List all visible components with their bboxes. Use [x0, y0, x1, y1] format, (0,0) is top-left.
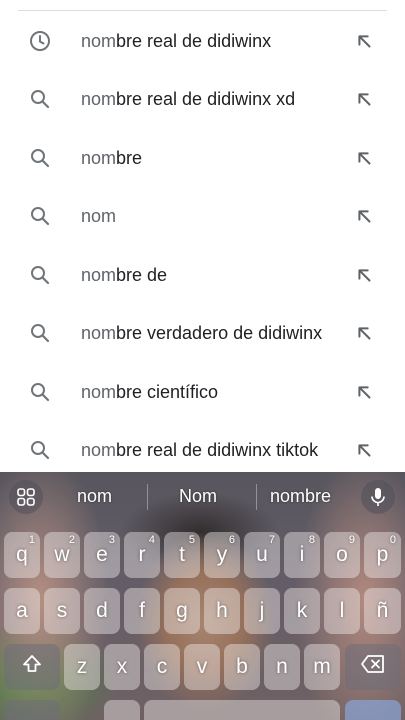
key-p[interactable]: p0 — [364, 532, 401, 578]
insert-arrow-icon[interactable] — [353, 264, 375, 286]
search-icon — [26, 261, 54, 289]
search-icon — [26, 319, 54, 347]
key-k[interactable]: k — [284, 588, 320, 634]
word-suggestion[interactable]: Nom — [179, 486, 217, 507]
top-divider — [18, 10, 387, 11]
suggestion-strip: nom Nom nombre — [0, 472, 405, 522]
key-i[interactable]: i8 — [284, 532, 320, 578]
key-w[interactable]: w2 — [44, 532, 80, 578]
backspace-icon — [360, 654, 386, 680]
emoji-key[interactable] — [104, 700, 140, 720]
suggestion-text: nombre real de didiwinx — [81, 30, 272, 51]
suggestion-row[interactable]: nombre real de didiwinx xd — [0, 70, 405, 128]
insert-arrow-icon[interactable] — [353, 439, 375, 461]
suggestion-text: nombre científico — [81, 381, 219, 402]
shift-icon — [21, 653, 43, 681]
apps-grid-icon[interactable] — [9, 480, 43, 514]
symbols-key[interactable] — [4, 700, 60, 720]
suggestion-row[interactable]: nom — [0, 187, 405, 245]
insert-arrow-icon[interactable] — [353, 322, 375, 344]
suggestion-row[interactable]: nombre real de didiwinx tiktok — [0, 421, 405, 479]
search-icon — [26, 378, 54, 406]
key-u[interactable]: u7 — [244, 532, 280, 578]
space-key[interactable] — [144, 700, 340, 720]
suggestion-row[interactable]: nombre científico — [0, 363, 405, 421]
key-n[interactable]: n — [264, 644, 300, 690]
strip-divider — [256, 484, 257, 510]
insert-arrow-icon[interactable] — [353, 205, 375, 227]
shift-key[interactable] — [4, 644, 60, 690]
key-t[interactable]: t5 — [164, 532, 200, 578]
key-g[interactable]: g — [164, 588, 200, 634]
key-q[interactable]: q1 — [4, 532, 40, 578]
suggestion-row[interactable]: nombre de — [0, 246, 405, 304]
key-d[interactable]: d — [84, 588, 120, 634]
key-r[interactable]: r4 — [124, 532, 160, 578]
search-icon — [26, 85, 54, 113]
history-icon — [26, 27, 54, 55]
word-suggestion[interactable]: nombre — [270, 486, 331, 507]
keyboard: nom Nom nombre q1 w2 e3 r4 t5 y6 u7 i8 o… — [0, 472, 405, 720]
strip-divider — [147, 484, 148, 510]
search-icon — [26, 436, 54, 464]
search-icon — [26, 144, 54, 172]
suggestion-text: nombre de — [81, 264, 168, 285]
suggestion-row[interactable]: nombre — [0, 129, 405, 187]
key-z[interactable]: z — [64, 644, 100, 690]
key-x[interactable]: x — [104, 644, 140, 690]
key-v[interactable]: v — [184, 644, 220, 690]
search-icon — [26, 202, 54, 230]
key-h[interactable]: h — [204, 588, 240, 634]
word-suggestion[interactable]: nom — [77, 486, 112, 507]
key-c[interactable]: c — [144, 644, 180, 690]
key-b[interactable]: b — [224, 644, 260, 690]
enter-key[interactable] — [345, 700, 401, 720]
key-f[interactable]: f — [124, 588, 160, 634]
suggestion-row[interactable]: nombre real de didiwinx — [0, 12, 405, 70]
key-a[interactable]: a — [4, 588, 40, 634]
key-n-tilde[interactable]: ñ — [364, 588, 401, 634]
insert-arrow-icon[interactable] — [353, 88, 375, 110]
key-o[interactable]: o9 — [324, 532, 360, 578]
suggestion-text: nom — [81, 205, 117, 226]
insert-arrow-icon[interactable] — [353, 147, 375, 169]
backspace-key[interactable] — [345, 644, 401, 690]
suggestion-text: nombre real de didiwinx xd — [81, 88, 296, 109]
key-y[interactable]: y6 — [204, 532, 240, 578]
suggestion-text: nombre verdadero de didiwinx — [81, 322, 323, 343]
insert-arrow-icon[interactable] — [353, 30, 375, 52]
key-m[interactable]: m — [304, 644, 340, 690]
key-e[interactable]: e3 — [84, 532, 120, 578]
suggestion-text: nombre — [81, 147, 143, 168]
microphone-icon[interactable] — [361, 480, 395, 514]
key-l[interactable]: l — [324, 588, 360, 634]
suggestion-row[interactable]: nombre verdadero de didiwinx — [0, 304, 405, 362]
key-j[interactable]: j — [244, 588, 280, 634]
key-s[interactable]: s — [44, 588, 80, 634]
insert-arrow-icon[interactable] — [353, 381, 375, 403]
suggestion-text: nombre real de didiwinx tiktok — [81, 439, 319, 460]
